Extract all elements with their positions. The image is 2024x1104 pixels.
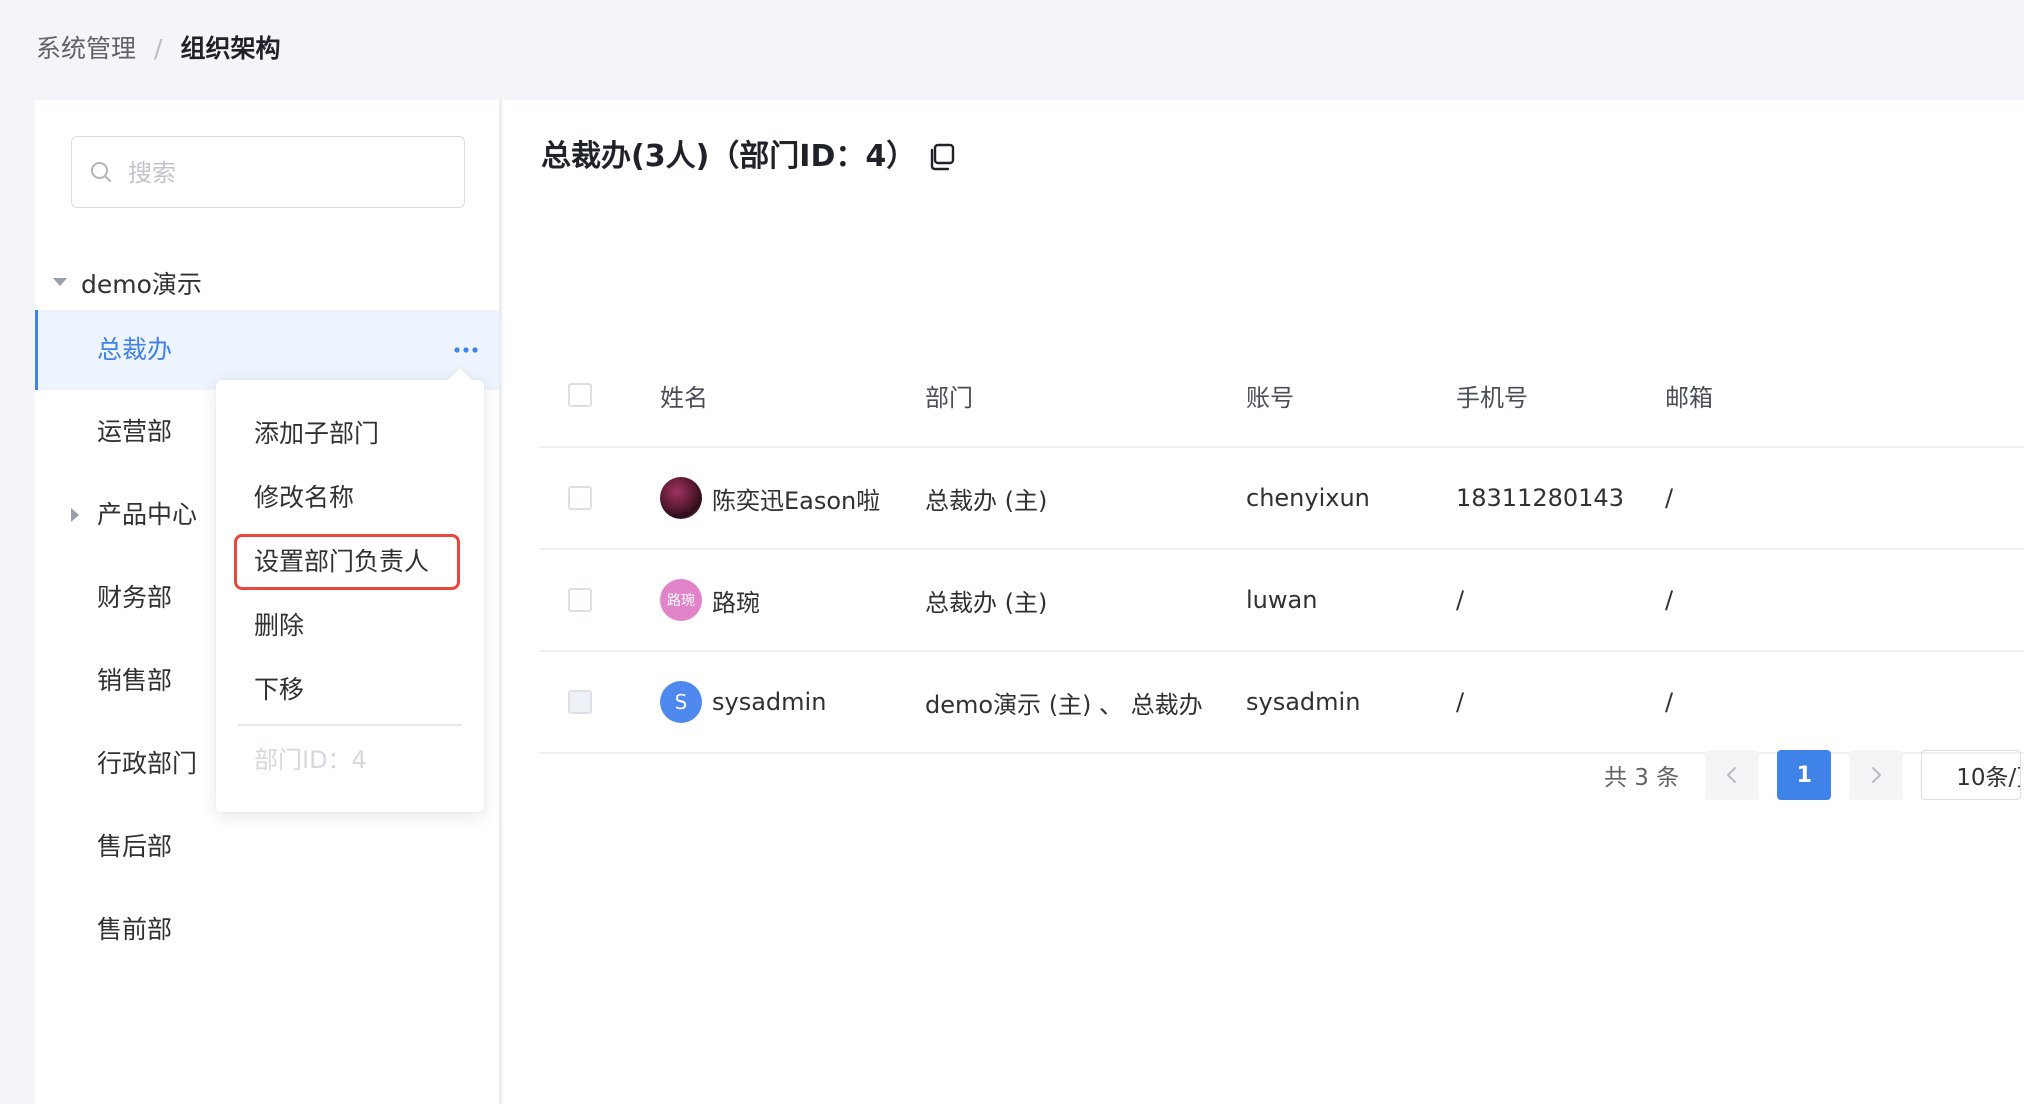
- email-cell: /: [1665, 688, 1674, 716]
- search-input[interactable]: [126, 137, 450, 209]
- email-cell: /: [1665, 484, 1674, 512]
- menu-move-down[interactable]: 下移: [254, 672, 304, 708]
- department-cell: 总裁办 (主): [925, 486, 1048, 515]
- next-page-button[interactable]: [1849, 750, 1904, 800]
- name-cell: S sysadmin: [660, 652, 826, 752]
- chevron-left-icon: [1727, 767, 1737, 783]
- member-table: 姓名 部门 账号 手机号 邮箱 陈奕迅Eason啦 总裁办 (主) chenyi…: [540, 344, 2024, 754]
- tree-item-label: 运营部: [97, 417, 173, 446]
- header-account: 账号: [1246, 383, 1294, 412]
- tree-item-pre-sales[interactable]: 售前部: [35, 890, 499, 970]
- more-icon[interactable]: [453, 338, 479, 362]
- name-cell: 陈奕迅Eason啦: [660, 448, 880, 548]
- table-row[interactable]: 陈奕迅Eason啦 总裁办 (主) chenyixun 18311280143 …: [540, 448, 2024, 550]
- member-name: sysadmin: [712, 688, 827, 716]
- menu-divider: [238, 724, 462, 726]
- tree-root-demo[interactable]: demo演示: [35, 248, 499, 318]
- avatar: 路琬: [660, 579, 702, 621]
- department-title-text: 总裁办(3人)（部门ID：4）: [541, 139, 917, 174]
- header-phone: 手机号: [1456, 383, 1528, 412]
- row-checkbox-disabled: [568, 690, 592, 714]
- account-cell: luwan: [1246, 586, 1318, 614]
- avatar: [660, 477, 702, 519]
- member-panel: 总裁办(3人)（部门ID：4） 姓名 部门 账号 手机号 邮箱 陈奕迅Eason…: [503, 100, 2024, 1104]
- member-name: 陈奕迅Eason啦: [712, 486, 881, 515]
- menu-set-department-head[interactable]: 设置部门负责人: [254, 544, 429, 580]
- tree-item-after-sales[interactable]: 售后部: [35, 807, 499, 887]
- copy-icon[interactable]: [926, 142, 956, 172]
- row-select-cell: [568, 448, 592, 548]
- menu-add-sub-department[interactable]: 添加子部门: [254, 416, 379, 452]
- email-cell: /: [1665, 586, 1674, 614]
- row-select-cell: [568, 652, 592, 752]
- breadcrumb-current: 组织架构: [180, 34, 281, 63]
- breadcrumb-system-management[interactable]: 系统管理: [36, 30, 136, 68]
- row-checkbox[interactable]: [568, 588, 592, 612]
- department-cell: demo演示 (主) 、 总裁办: [925, 690, 1203, 719]
- name-cell: 路琬 路琬: [660, 550, 760, 650]
- tree-item-label: 售后部: [97, 832, 173, 861]
- menu-department-id: 部门ID：4: [254, 746, 367, 774]
- menu-rename[interactable]: 修改名称: [254, 480, 354, 516]
- department-title: 总裁办(3人)（部门ID：4）: [541, 136, 956, 178]
- table-row[interactable]: S sysadmin demo演示 (主) 、 总裁办 sysadmin / /: [540, 652, 2024, 754]
- department-context-menu: 添加子部门 修改名称 设置部门负责人 删除 下移 部门ID：4: [216, 367, 484, 812]
- page-button[interactable]: 1: [1777, 750, 1832, 800]
- table-header-row: 姓名 部门 账号 手机号 邮箱: [540, 344, 2024, 448]
- row-checkbox[interactable]: [568, 486, 592, 510]
- tree-item-label: 总裁办: [97, 335, 173, 364]
- page-size-select[interactable]: 10条/页: [1921, 750, 2022, 800]
- chevron-right-icon: [1872, 767, 1882, 783]
- tree-item-label: 行政部门: [97, 749, 198, 778]
- header-email: 邮箱: [1665, 383, 1713, 412]
- menu-delete[interactable]: 删除: [254, 608, 304, 644]
- account-cell: chenyixun: [1246, 484, 1370, 512]
- pagination-total: 共 3 条: [1604, 765, 1680, 791]
- caret-right-icon[interactable]: [71, 508, 79, 522]
- account-cell: sysadmin: [1246, 688, 1361, 716]
- phone-cell: 18311280143: [1456, 484, 1624, 512]
- tree-item-label: 财务部: [97, 583, 173, 612]
- tree-item-label: 售前部: [97, 915, 173, 944]
- tree-item-ceo-office[interactable]: 总裁办: [35, 310, 499, 390]
- tree-root-label: demo演示: [81, 270, 202, 299]
- avatar: S: [660, 681, 702, 723]
- header-department: 部门: [925, 383, 973, 412]
- breadcrumb: 系统管理 / 组织架构: [36, 30, 280, 68]
- pagination: 共 3 条 1 10条/页: [1604, 750, 2022, 800]
- caret-down-icon[interactable]: [53, 278, 67, 286]
- row-select-cell: [568, 550, 592, 650]
- table-row[interactable]: 路琬 路琬 总裁办 (主) luwan / /: [540, 550, 2024, 652]
- tree-item-label: 销售部: [97, 666, 173, 695]
- phone-cell: /: [1456, 586, 1465, 614]
- search-icon: [91, 162, 111, 182]
- member-name: 路琬: [712, 588, 760, 617]
- search-box[interactable]: [71, 136, 465, 209]
- select-all-cell: [568, 344, 592, 446]
- breadcrumb-separator: /: [154, 34, 163, 63]
- department-cell: 总裁办 (主): [925, 588, 1048, 617]
- header-name: 姓名: [660, 383, 708, 412]
- phone-cell: /: [1456, 688, 1465, 716]
- prev-page-button[interactable]: [1705, 750, 1760, 800]
- select-all-checkbox[interactable]: [568, 383, 592, 407]
- tree-item-label: 产品中心: [97, 500, 198, 529]
